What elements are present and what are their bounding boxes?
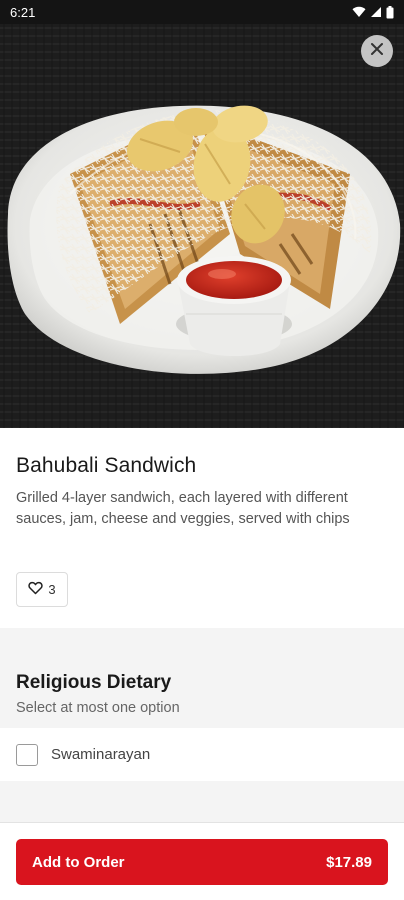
status-icons: [352, 5, 394, 19]
modifier-group-title: Religious Dietary: [16, 672, 172, 693]
modifier-option[interactable]: Swaminarayan: [0, 728, 404, 781]
item-photo: [0, 24, 404, 428]
order-price: $17.89: [326, 853, 372, 871]
add-to-order-button[interactable]: Add to Order $17.89: [16, 839, 388, 885]
like-button[interactable]: 3: [16, 572, 68, 607]
status-bar: 6:21: [0, 0, 404, 24]
close-icon: [370, 42, 384, 61]
checkbox-icon[interactable]: [16, 743, 38, 766]
wifi-icon: [352, 6, 366, 18]
add-to-order-label: Add to Order: [32, 853, 125, 871]
modifier-group-subtitle: Select at most one option: [16, 700, 180, 716]
status-time: 6:21: [10, 4, 36, 20]
item-description: Grilled 4-layer sandwich, each layered w…: [16, 490, 350, 527]
like-count: 3: [48, 582, 56, 597]
heart-icon: [28, 581, 44, 598]
item-title: Bahubali Sandwich: [16, 454, 197, 477]
modifier-group-header: Religious Dietary Select at most one opt…: [0, 652, 404, 728]
modifier-option-label: Swaminarayan: [51, 746, 151, 763]
close-button[interactable]: [361, 35, 393, 67]
battery-icon: [386, 5, 394, 19]
bottom-action-bar: Add to Order $17.89: [0, 822, 404, 900]
signal-icon: [370, 6, 382, 18]
